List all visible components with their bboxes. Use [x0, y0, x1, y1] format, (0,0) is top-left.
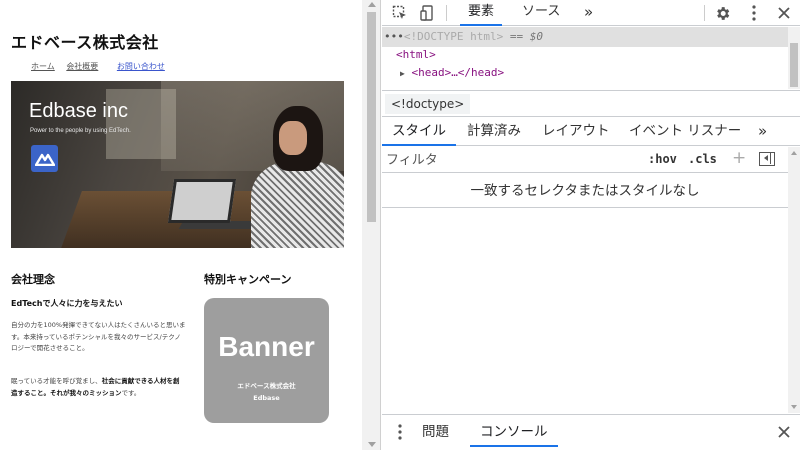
- philosophy-lead: EdTechで人々に力を与えたい: [11, 299, 123, 308]
- tab-elements[interactable]: 要素: [460, 0, 503, 26]
- banner-name: Edbase: [253, 394, 280, 402]
- hov-toggle[interactable]: :hov: [648, 152, 677, 166]
- devtools-toolbar: 要素 ソース »: [382, 0, 800, 26]
- tree-node-doctype[interactable]: •••<!DOCTYPE html> == $0: [382, 27, 788, 47]
- tab-issues[interactable]: 問題: [422, 419, 449, 447]
- more-panes-icon[interactable]: »: [758, 118, 767, 146]
- campaign-banner[interactable]: Banner エドベース株式会社 Edbase: [204, 298, 329, 423]
- hero-heading: Edbase inc: [29, 100, 128, 122]
- tree-node-head[interactable]: ▶ <head>…</head>: [400, 64, 504, 83]
- tab-event-listeners[interactable]: イベント リスナー: [629, 118, 741, 146]
- tab-console[interactable]: コンソール: [470, 419, 558, 447]
- tab-styles[interactable]: スタイル: [382, 118, 456, 146]
- campaign-heading: 特別キャンペーン: [204, 273, 292, 286]
- hero-image: Edbase inc Power to the people by using …: [11, 81, 344, 248]
- styles-scrollbar[interactable]: [788, 147, 800, 413]
- close-devtools-icon[interactable]: [774, 3, 794, 23]
- elements-tree: •••<!DOCTYPE html> == $0 <html> ▶ <head>…: [382, 27, 788, 89]
- devtools-panel: 要素 ソース » •••<!DOCTYPE html> == $0 <html>…: [382, 0, 800, 450]
- scroll-down-icon[interactable]: [368, 442, 376, 447]
- close-drawer-icon[interactable]: [774, 422, 794, 442]
- tab-computed[interactable]: 計算済み: [467, 118, 521, 146]
- no-styles-message: 一致するセレクタまたはスタイルなし: [382, 174, 788, 208]
- styles-pane-tabs: スタイル 計算済み レイアウト イベント リスナー »: [382, 118, 800, 146]
- nav-home-link[interactable]: ホーム: [31, 62, 55, 71]
- toggle-sidebar-icon[interactable]: [759, 152, 775, 166]
- tab-layout[interactable]: レイアウト: [542, 118, 610, 146]
- new-style-rule-icon[interactable]: +: [732, 148, 746, 168]
- cls-toggle[interactable]: .cls: [688, 152, 717, 166]
- philosophy-paragraph-2: 眠っている才能を呼び覚まし、社会に貢献できる人材を創造すること。それが我々のミッ…: [11, 377, 180, 397]
- site-title: エドベース株式会社: [11, 33, 159, 52]
- inspect-element-icon[interactable]: [390, 3, 410, 23]
- tab-sources[interactable]: ソース: [522, 0, 560, 26]
- page-viewport: エドベース株式会社 ホーム 会社概要 お問い合わせ Edbase inc Pow…: [0, 0, 362, 450]
- drawer-menu-icon[interactable]: [390, 422, 410, 442]
- company-logo-icon: [31, 145, 58, 172]
- devtools-drawer: 問題 コンソール: [382, 414, 800, 450]
- device-toggle-icon[interactable]: [418, 3, 438, 23]
- tree-scrollbar[interactable]: [788, 27, 800, 89]
- scroll-up-icon[interactable]: [368, 2, 376, 7]
- hero-tagline: Power to the people by using EdTech.: [30, 128, 131, 134]
- philosophy-paragraph-1: 自分の力を100%発揮できてない人はたくさんいると思います。本来持っているポテン…: [11, 321, 186, 352]
- styles-filter-input[interactable]: [386, 149, 636, 171]
- banner-title: Banner: [218, 331, 315, 362]
- tree-node-html[interactable]: <html>: [396, 46, 436, 64]
- more-tabs-icon[interactable]: »: [584, 0, 593, 26]
- site-nav: ホーム 会社概要 お問い合わせ: [31, 61, 174, 72]
- nav-contact-link[interactable]: お問い合わせ: [117, 62, 165, 71]
- page-scrollbar[interactable]: [362, 0, 381, 450]
- philosophy-heading: 会社理念: [11, 273, 55, 286]
- styles-filter-bar: :hov .cls +: [382, 147, 788, 173]
- expand-arrow-icon: ▶: [400, 69, 405, 78]
- kebab-menu-icon[interactable]: [744, 3, 764, 23]
- banner-company: エドベース株式会社: [237, 382, 296, 390]
- nav-about-link[interactable]: 会社概要: [66, 62, 98, 71]
- settings-gear-icon[interactable]: [712, 3, 732, 23]
- scrollbar-thumb[interactable]: [367, 12, 376, 222]
- breadcrumb-bar: <!doctype>: [382, 90, 800, 117]
- breadcrumb[interactable]: <!doctype>: [385, 94, 471, 114]
